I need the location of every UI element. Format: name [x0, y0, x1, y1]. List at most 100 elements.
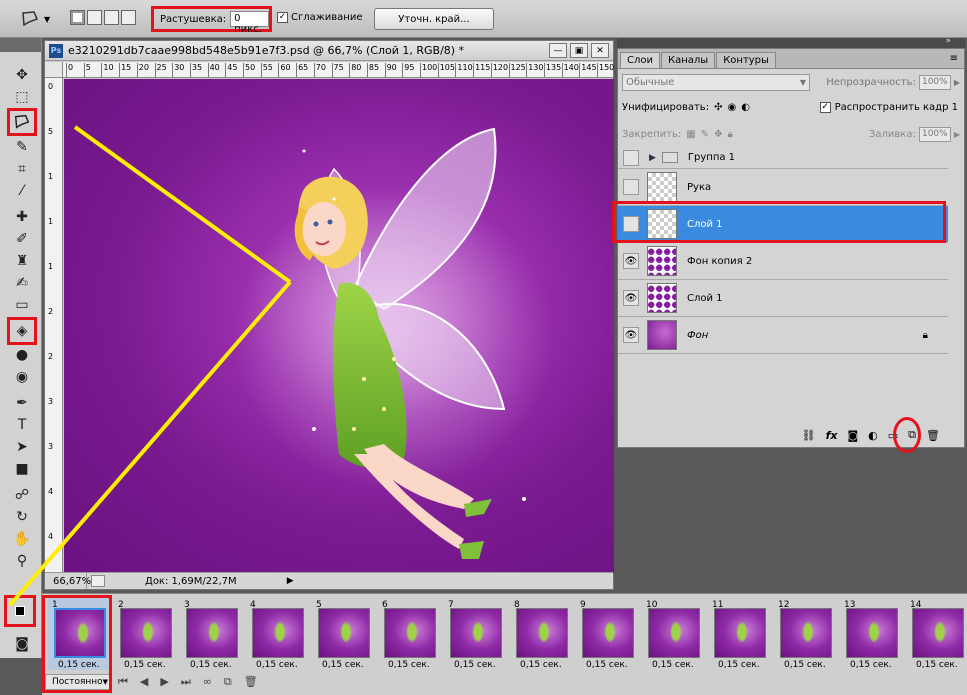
type-tool-icon[interactable]: T: [10, 414, 34, 436]
subtract-selection-button[interactable]: [104, 10, 119, 25]
hand-tool-icon[interactable]: ✋: [10, 528, 34, 550]
frame-delay[interactable]: 0,15 сек.: [652, 660, 694, 670]
minimize-button[interactable]: —: [549, 43, 567, 58]
fill-slider-icon[interactable]: ▶: [954, 130, 960, 139]
play-icon[interactable]: ▶: [160, 675, 168, 689]
frame-delay[interactable]: 0,15 сек.: [586, 660, 628, 670]
dodge-tool-icon[interactable]: ◉: [10, 366, 34, 388]
collapse-panel-icon[interactable]: »: [945, 36, 951, 46]
frame-delay[interactable]: 0,15 сек.: [718, 660, 760, 670]
ruler-origin[interactable]: [45, 62, 63, 78]
blend-mode-select[interactable]: Обычные ▼: [622, 73, 810, 91]
eye-icon[interactable]: 👁︎: [623, 253, 639, 269]
paint-bucket-tool-icon[interactable]: ◈: [7, 317, 37, 345]
animation-frame[interactable]: 2 0,15 сек.: [114, 598, 176, 670]
expand-triangle-icon[interactable]: ▶: [649, 153, 656, 163]
eye-icon[interactable]: 👁︎: [623, 327, 639, 343]
blur-tool-icon[interactable]: ●: [10, 344, 34, 366]
frame-delay[interactable]: 0,15 сек.: [520, 660, 562, 670]
layer-row[interactable]: 👁︎ Фон копия 2: [618, 243, 948, 280]
panel-menu-icon[interactable]: ≡: [950, 53, 958, 64]
antialias-checkbox[interactable]: ✓: [277, 12, 288, 23]
animation-frame[interactable]: 7 0,15 сек.: [444, 598, 506, 670]
horizontal-ruler[interactable]: 0 5 10 15 20 25 30 35 40 45 50 55 60 65 70 75 80 85 90 95 10…: [63, 62, 614, 78]
unify-visibility-icon[interactable]: ◉: [727, 102, 736, 113]
delete-layer-icon[interactable]: 🗑︎: [926, 429, 940, 442]
layer-row[interactable]: 👁︎ Слой 1: [618, 280, 948, 317]
color-swatches-icon[interactable]: [4, 595, 36, 627]
delete-frame-icon[interactable]: 🗑︎: [244, 675, 258, 689]
lock-all-icon[interactable]: 🔒︎: [727, 129, 732, 140]
lock-pixels-icon[interactable]: ✎: [701, 129, 709, 140]
path-selection-tool-icon[interactable]: ➤: [10, 436, 34, 458]
polygonal-lasso-preset-button[interactable]: ▼: [20, 8, 60, 30]
zoom-tool-icon[interactable]: ⚲: [10, 550, 34, 572]
image-canvas[interactable]: [64, 79, 614, 573]
crop-tool-icon[interactable]: ⌗: [10, 158, 34, 180]
frame-delay[interactable]: 0,15 сек.: [916, 660, 958, 670]
adjustment-layer-icon[interactable]: ◐: [868, 429, 878, 442]
tween-icon[interactable]: ∞: [203, 675, 212, 689]
frame-delay[interactable]: 0,15 сек.: [190, 660, 232, 670]
new-selection-button[interactable]: [70, 10, 85, 25]
layer-mask-icon[interactable]: ◙: [847, 429, 858, 442]
rectangle-tool-icon[interactable]: ■: [10, 458, 34, 480]
status-preview-icon[interactable]: [91, 575, 105, 587]
propagate-frame-checkbox[interactable]: ✓: [819, 101, 831, 113]
brush-tool-icon[interactable]: ✐: [10, 228, 34, 250]
3d-orbit-tool-icon[interactable]: ↻: [10, 506, 34, 528]
refine-edge-button[interactable]: Уточн. край...: [374, 8, 494, 30]
frame-delay[interactable]: 0,15 сек.: [784, 660, 826, 670]
unify-style-icon[interactable]: ◐: [741, 102, 750, 113]
animation-frame[interactable]: 13 0,15 сек.: [840, 598, 902, 670]
quick-selection-tool-icon[interactable]: ✎: [10, 136, 34, 158]
vertical-ruler[interactable]: 0 5 1 1 1 2 2 3 3 4 4: [45, 78, 63, 573]
animation-frame[interactable]: 9 0,15 сек.: [576, 598, 638, 670]
frame-delay[interactable]: 0,15 сек.: [124, 660, 166, 670]
zoom-level-field[interactable]: 66,67%: [45, 573, 91, 589]
previous-frame-icon[interactable]: ◀: [140, 675, 148, 689]
quick-mask-icon[interactable]: ◙: [10, 633, 34, 655]
antialias-control[interactable]: ✓ Сглаживание: [277, 12, 362, 23]
toolbox-header[interactable]: [0, 38, 41, 52]
frame-delay[interactable]: 0,15 сек.: [256, 660, 298, 670]
restore-button[interactable]: ▣: [570, 43, 588, 58]
animation-frame[interactable]: 11 0,15 сек.: [708, 598, 770, 670]
animation-frame[interactable]: 5 0,15 сек.: [312, 598, 374, 670]
status-menu-arrow-icon[interactable]: ▶: [287, 576, 294, 586]
3d-rotate-tool-icon[interactable]: ☍: [10, 484, 34, 506]
unify-position-icon[interactable]: ✣: [714, 102, 722, 113]
animation-frame[interactable]: 4 0,15 сек.: [246, 598, 308, 670]
animation-frame[interactable]: 14 0,15 сек.: [906, 598, 967, 670]
link-layers-icon[interactable]: ⛓: [802, 429, 816, 442]
layer-row-background[interactable]: 👁︎ Фон 🔒︎: [618, 317, 948, 354]
eyedropper-tool-icon[interactable]: ⁄: [10, 180, 34, 202]
animation-frame[interactable]: 12 0,15 сек.: [774, 598, 836, 670]
animation-frame[interactable]: 10 0,15 сек.: [642, 598, 704, 670]
healing-brush-tool-icon[interactable]: ✚: [10, 206, 34, 228]
layer-style-icon[interactable]: fx: [826, 429, 838, 442]
tab-layers[interactable]: Слои: [620, 52, 660, 68]
eraser-tool-icon[interactable]: ▭: [10, 294, 34, 316]
opacity-input[interactable]: 100%: [918, 74, 951, 90]
animation-frame[interactable]: 8 0,15 сек.: [510, 598, 572, 670]
fill-input[interactable]: 100%: [918, 126, 951, 142]
eye-icon[interactable]: 👁︎: [623, 290, 639, 306]
intersect-selection-button[interactable]: [121, 10, 136, 25]
animation-frame[interactable]: 6 0,15 сек.: [378, 598, 440, 670]
pen-tool-icon[interactable]: ✒: [10, 392, 34, 414]
frame-delay[interactable]: 0,15 сек.: [388, 660, 430, 670]
panel-dock-header[interactable]: »: [617, 36, 965, 48]
frame-delay[interactable]: 0,15 сек.: [454, 660, 496, 670]
first-frame-icon[interactable]: ⏮: [118, 675, 128, 689]
visibility-toggle[interactable]: [623, 149, 639, 166]
lock-transparency-icon[interactable]: ▦: [686, 129, 695, 140]
lasso-tool-icon[interactable]: [7, 108, 37, 136]
history-brush-tool-icon[interactable]: ✍: [10, 272, 34, 294]
add-selection-button[interactable]: [87, 10, 102, 25]
document-titlebar[interactable]: Ps e3210291db7caae998bd548e5b91e7f3.psd …: [45, 41, 613, 61]
animation-frame[interactable]: 3 0,15 сек.: [180, 598, 242, 670]
opacity-slider-icon[interactable]: ▶: [954, 78, 960, 87]
frame-delay[interactable]: 0,15 сек.: [850, 660, 892, 670]
visibility-toggle[interactable]: [623, 179, 639, 195]
